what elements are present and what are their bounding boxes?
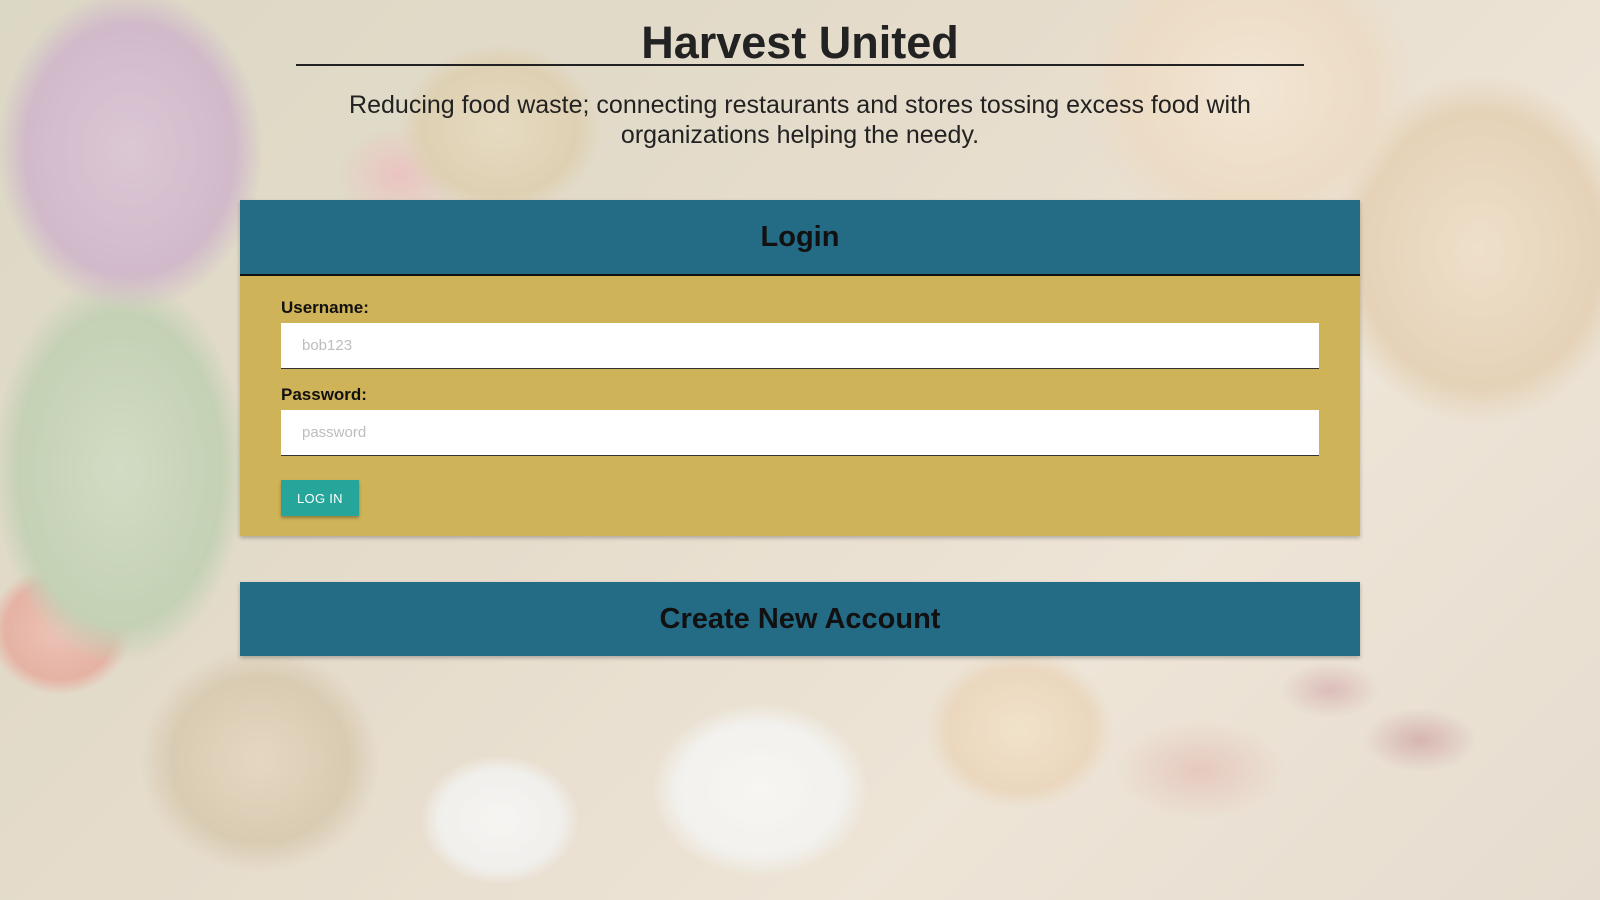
login-heading: Login xyxy=(240,200,1360,276)
create-account-card[interactable]: Create New Account xyxy=(240,582,1360,656)
username-label: Username: xyxy=(281,298,369,317)
login-button[interactable]: LOG IN xyxy=(281,480,359,516)
password-input[interactable] xyxy=(281,410,1319,456)
page: Harvest United Reducing food waste; conn… xyxy=(0,0,1600,900)
username-input[interactable] xyxy=(281,323,1319,369)
title-divider xyxy=(296,64,1304,66)
create-account-heading[interactable]: Create New Account xyxy=(240,582,1360,656)
login-card: Login Username: Password: LOG IN xyxy=(240,200,1360,536)
site-tagline: Reducing food waste; connecting restaura… xyxy=(349,91,1251,149)
password-label: Password: xyxy=(281,385,367,404)
login-form: Username: Password: LOG IN xyxy=(240,276,1360,536)
